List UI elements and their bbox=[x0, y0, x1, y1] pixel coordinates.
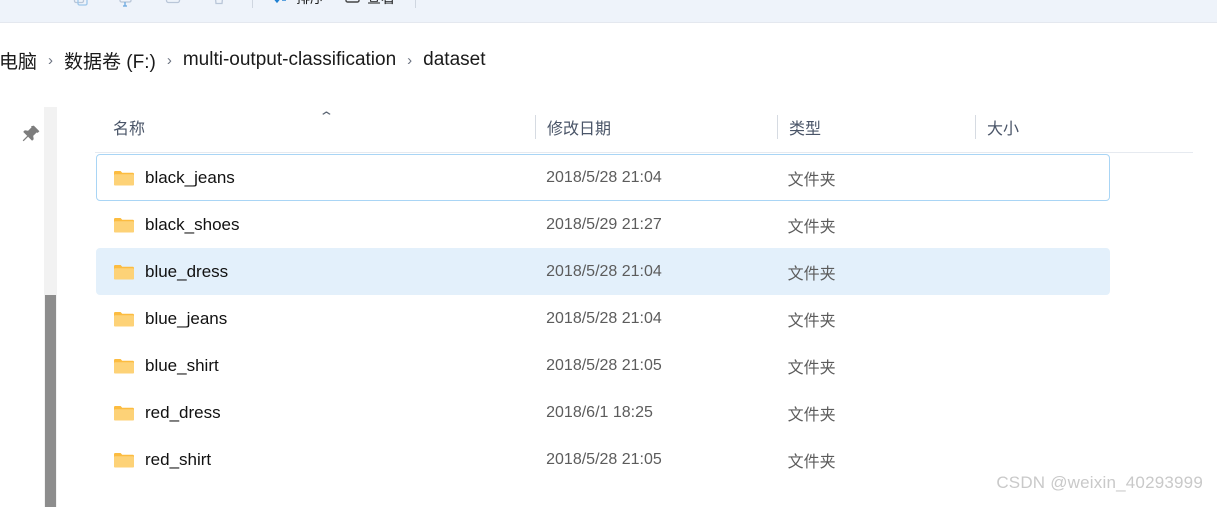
folder-icon bbox=[114, 264, 134, 279]
row-size-cell bbox=[973, 155, 1109, 200]
row-type-cell: 文件夹 bbox=[787, 453, 836, 471]
toolbar-divider bbox=[252, 0, 253, 8]
row-name-cell: black_shoes bbox=[97, 202, 534, 247]
breadcrumb-item-0[interactable]: 电脑 bbox=[0, 45, 42, 76]
row-name-cell: blue_jeans bbox=[97, 296, 534, 341]
table-row[interactable]: red_dress 2018/6/1 18:25 文件夹 bbox=[96, 389, 1110, 436]
row-type-cell: 文件夹 bbox=[787, 359, 836, 377]
sort-icon bbox=[273, 0, 290, 8]
pin-icon bbox=[20, 123, 42, 145]
column-header-type[interactable]: 类型 bbox=[777, 104, 975, 150]
breadcrumb: 电脑 › 数据卷 (F:) › multi-output-classificat… bbox=[0, 45, 490, 76]
table-row[interactable]: blue_jeans 2018/5/28 21:04 文件夹 bbox=[96, 295, 1110, 342]
header-underline bbox=[95, 152, 1193, 153]
file-list-pane: 名称 ⌃ 修改日期 类型 大小 black_jeans 2018/5/28 21… bbox=[71, 96, 1217, 507]
row-date-cell: 2018/5/28 21:04 bbox=[546, 168, 662, 186]
column-header-row: 名称 ⌃ 修改日期 类型 大小 bbox=[71, 104, 1217, 150]
row-name-label: red_dress bbox=[145, 402, 221, 422]
folder-icon bbox=[114, 217, 134, 232]
table-row[interactable]: black_jeans 2018/5/28 21:04 文件夹 bbox=[96, 154, 1110, 201]
folder-icon bbox=[114, 405, 134, 420]
folder-icon bbox=[114, 170, 134, 185]
row-name-cell: blue_dress bbox=[97, 249, 534, 294]
column-divider-date[interactable] bbox=[535, 115, 536, 139]
column-divider-type[interactable] bbox=[777, 115, 778, 139]
table-row[interactable]: red_shirt 2018/5/28 21:05 文件夹 bbox=[96, 436, 1110, 483]
row-name-cell: red_dress bbox=[97, 390, 534, 435]
nav-scrollbar-thumb[interactable] bbox=[45, 295, 56, 507]
view-label: 查看 bbox=[367, 0, 395, 8]
row-name-label: blue_dress bbox=[145, 261, 229, 281]
row-date-cell: 2018/5/28 21:04 bbox=[546, 309, 662, 327]
row-name-cell: black_jeans bbox=[97, 155, 534, 200]
row-name-label: blue_shirt bbox=[145, 355, 219, 375]
sort-ascending-icon: ⌃ bbox=[318, 109, 335, 124]
table-row[interactable]: blue_shirt 2018/5/28 21:05 文件夹 bbox=[96, 342, 1110, 389]
column-header-date[interactable]: 修改日期 bbox=[535, 104, 777, 150]
paste-button[interactable] bbox=[104, 0, 150, 15]
sort-label: 排序 bbox=[296, 0, 324, 8]
address-bar[interactable]: 电脑 › 数据卷 (F:) › multi-output-classificat… bbox=[0, 22, 1217, 97]
table-row[interactable]: blue_dress 2018/5/28 21:04 文件夹 bbox=[96, 248, 1110, 295]
column-header-date-label: 修改日期 bbox=[547, 121, 612, 138]
row-date-cell: 2018/6/1 18:25 bbox=[546, 403, 653, 421]
column-header-size-label: 大小 bbox=[987, 121, 1020, 138]
row-date-cell: 2018/5/28 21:05 bbox=[546, 356, 662, 374]
row-date-cell: 2018/5/28 21:04 bbox=[546, 262, 662, 280]
row-name-label: black_shoes bbox=[145, 214, 240, 234]
row-size-cell bbox=[973, 390, 1109, 435]
copy-button[interactable] bbox=[58, 0, 104, 15]
table-row[interactable]: black_shoes 2018/5/29 21:27 文件夹 bbox=[96, 201, 1110, 248]
breadcrumb-item-2[interactable]: multi-output-classification bbox=[178, 47, 401, 73]
breadcrumb-separator-0[interactable]: › bbox=[42, 52, 59, 69]
view-button[interactable]: 查看 bbox=[334, 0, 405, 15]
file-rows: black_jeans 2018/5/28 21:04 文件夹 black_sh… bbox=[71, 154, 1217, 483]
breadcrumb-separator-2[interactable]: › bbox=[401, 52, 418, 69]
column-header-name[interactable]: 名称 ⌃ bbox=[71, 104, 535, 150]
sort-button[interactable]: 排序 bbox=[263, 0, 334, 15]
row-size-cell bbox=[973, 296, 1109, 341]
folder-icon bbox=[114, 452, 134, 467]
delete-button[interactable] bbox=[196, 0, 242, 15]
column-header-type-label: 类型 bbox=[789, 121, 822, 138]
row-date-cell: 2018/5/28 21:05 bbox=[546, 450, 662, 468]
folder-icon bbox=[114, 358, 134, 373]
breadcrumb-item-3[interactable]: dataset bbox=[418, 47, 490, 73]
row-name-cell: red_shirt bbox=[97, 437, 534, 482]
row-type-cell: 文件夹 bbox=[787, 406, 836, 424]
row-name-cell: blue_shirt bbox=[97, 343, 534, 388]
row-name-label: red_shirt bbox=[145, 449, 212, 469]
column-header-size[interactable]: 大小 bbox=[975, 104, 1135, 150]
breadcrumb-separator-1[interactable]: › bbox=[161, 52, 178, 69]
breadcrumb-item-1[interactable]: 数据卷 (F:) bbox=[59, 45, 161, 76]
folder-icon bbox=[114, 311, 134, 326]
row-size-cell bbox=[973, 249, 1109, 294]
row-type-cell: 文件夹 bbox=[787, 218, 836, 236]
row-type-cell: 文件夹 bbox=[787, 171, 836, 189]
rename-button[interactable] bbox=[150, 0, 196, 15]
row-name-label: black_jeans bbox=[145, 167, 235, 187]
column-header-name-label: 名称 bbox=[113, 121, 146, 138]
row-type-cell: 文件夹 bbox=[787, 312, 836, 330]
row-name-label: blue_jeans bbox=[145, 308, 228, 328]
view-icon bbox=[344, 0, 361, 8]
row-size-cell bbox=[973, 202, 1109, 247]
toolbar-divider-2 bbox=[415, 0, 416, 8]
row-size-cell bbox=[973, 343, 1109, 388]
column-divider-size[interactable] bbox=[975, 115, 976, 139]
command-bar: 排序 查看 bbox=[0, 0, 1217, 22]
row-type-cell: 文件夹 bbox=[787, 265, 836, 283]
watermark: CSDN @weixin_40293999 bbox=[996, 473, 1203, 492]
row-date-cell: 2018/5/29 21:27 bbox=[546, 215, 662, 233]
